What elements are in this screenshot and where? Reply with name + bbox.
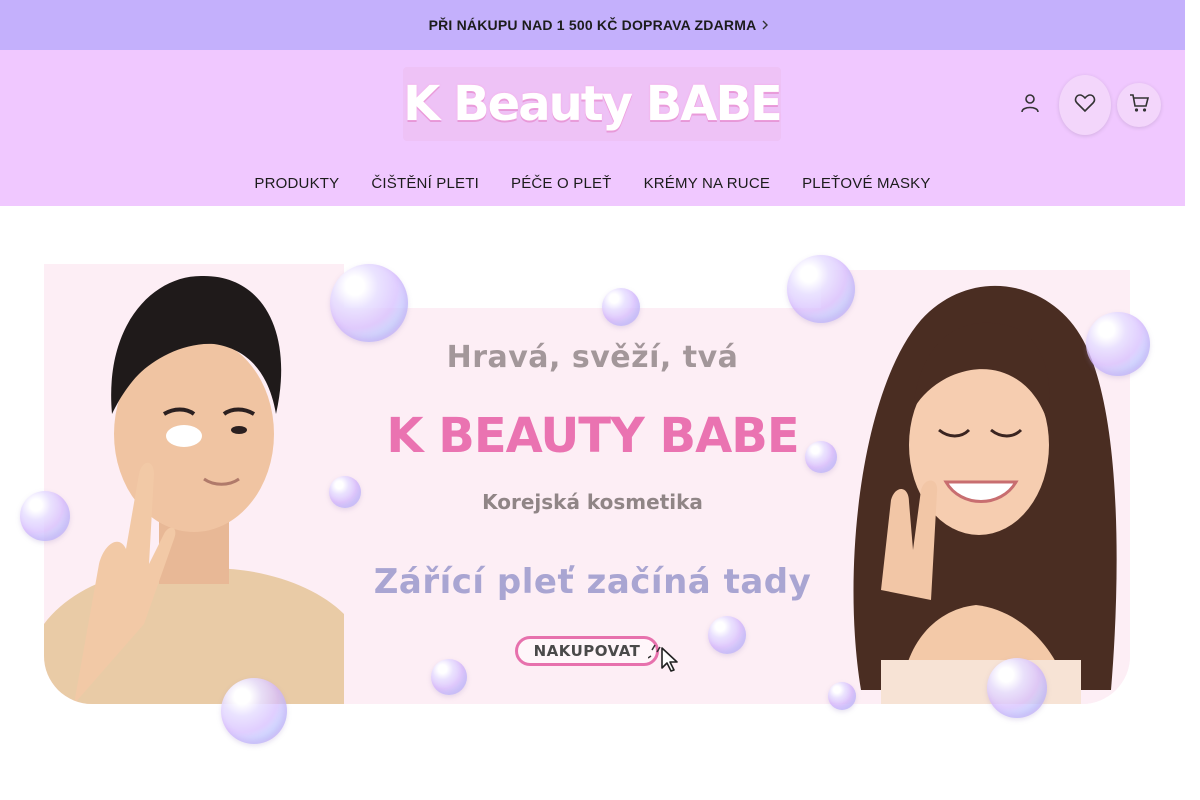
header-actions (1007, 75, 1161, 135)
shop-now-label: NAKUPOVAT (533, 642, 641, 660)
bubble-decoration (708, 616, 746, 654)
shop-now-button[interactable]: NAKUPOVAT (515, 636, 659, 666)
wishlist-button[interactable] (1059, 75, 1111, 135)
account-button[interactable] (1007, 82, 1053, 128)
chevron-right-icon[interactable] (760, 19, 770, 31)
bubble-decoration (221, 678, 287, 744)
announcement-text: PŘI NÁKUPU NAD 1 500 KČ DOPRAVA ZDARMA (428, 17, 757, 33)
cart-icon (1128, 92, 1150, 119)
bubble-decoration (828, 682, 856, 710)
user-icon (1019, 92, 1041, 119)
hero-tagline: Zářící pleť začíná tady (373, 562, 812, 602)
nav-item-pece-o-plet[interactable]: PÉČE O PLEŤ (495, 175, 628, 192)
hero-image-woman (821, 270, 1130, 704)
bubble-decoration (602, 288, 640, 326)
hero-subtitle: Korejská kosmetika (482, 490, 703, 514)
bubble-decoration (431, 659, 467, 695)
logo-text: K Beauty BABE (403, 76, 783, 132)
site-logo[interactable]: K Beauty BABE (403, 67, 783, 141)
cart-button[interactable] (1117, 83, 1161, 127)
main-nav: PRODUKTY ČIŠTĚNÍ PLETI PÉČE O PLEŤ KRÉMY… (0, 165, 1185, 201)
site-header: K Beauty BABE PRODUKTY ČIŠTĚNÍ PLETI PÉČ… (0, 50, 1185, 206)
nav-item-kremy-na-ruce[interactable]: KRÉMY NA RUCE (628, 175, 787, 192)
hero-image-man (44, 264, 344, 704)
nav-item-pletove-masky[interactable]: PLEŤOVÉ MASKY (786, 175, 946, 192)
bubble-decoration (330, 264, 408, 342)
bubble-decoration (987, 658, 1047, 718)
hero-banner[interactable]: Hravá, svěží, tvá K BEAUTY BABE Korejská… (0, 206, 1185, 800)
hero-title-small: Hravá, svěží, tvá (446, 340, 739, 375)
nav-item-produkty[interactable]: PRODUKTY (238, 175, 355, 192)
nav-item-cisteni-pleti[interactable]: ČIŠTĚNÍ PLETI (355, 175, 495, 192)
announcement-bar: PŘI NÁKUPU NAD 1 500 KČ DOPRAVA ZDARMA (0, 0, 1185, 50)
bubble-decoration (787, 255, 855, 323)
heart-icon (1074, 93, 1096, 118)
hero-title-brand: K BEAUTY BABE (386, 408, 799, 464)
pointer-cursor-icon (647, 640, 688, 672)
